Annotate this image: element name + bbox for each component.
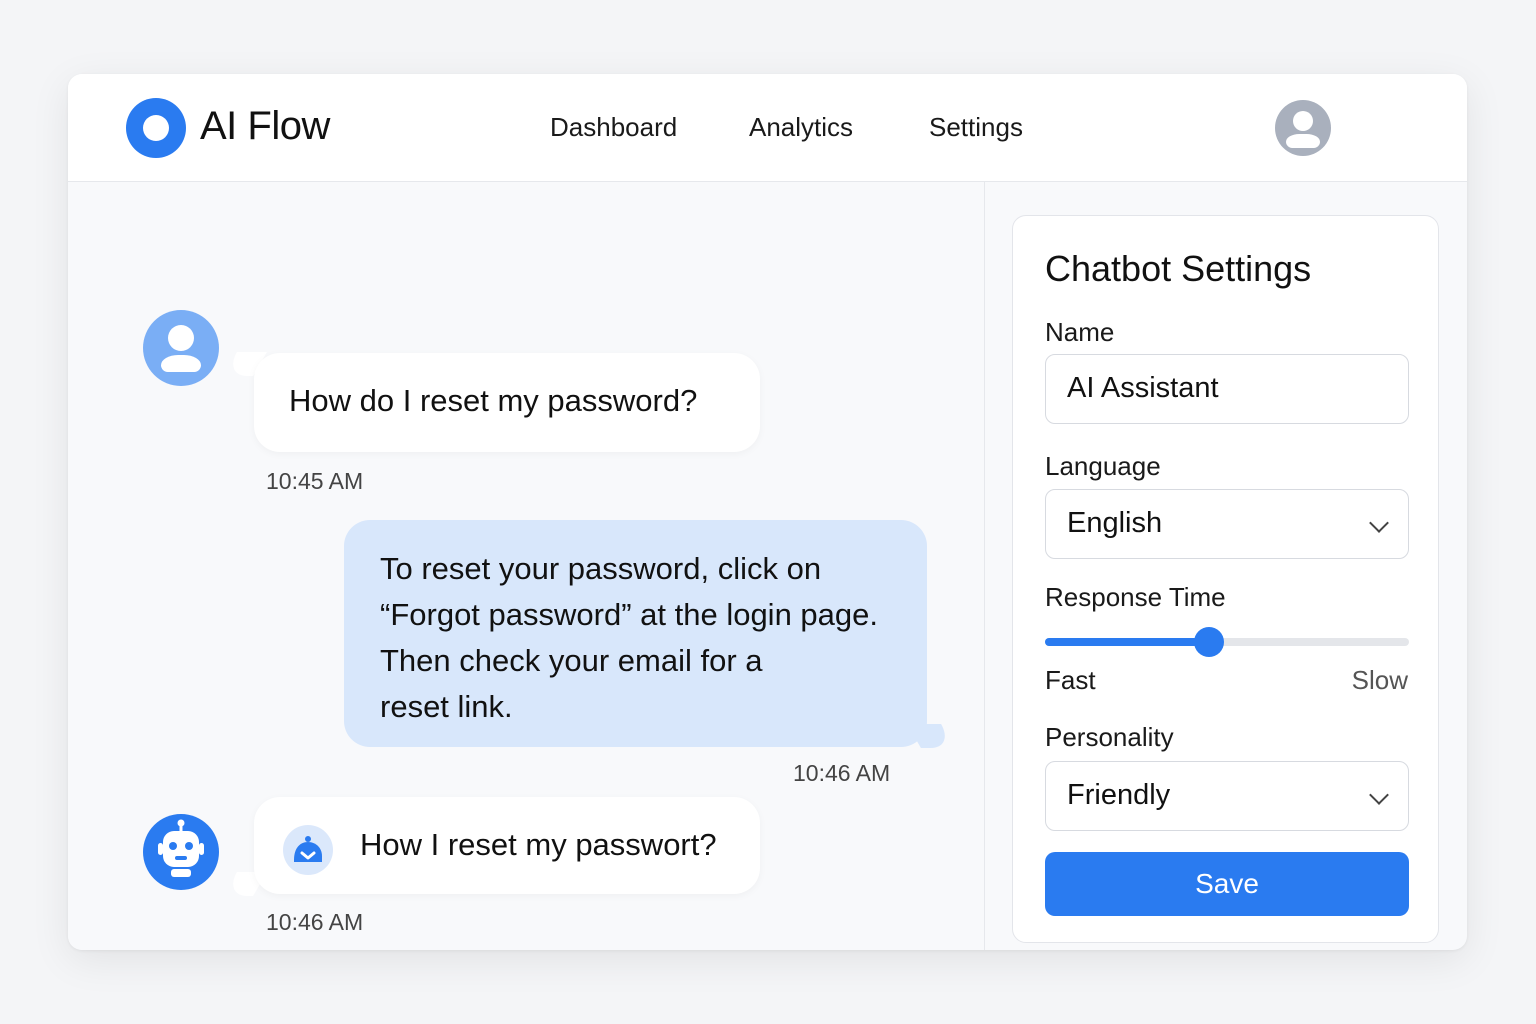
message-time: 10:46 AM (793, 760, 891, 786)
message-bubble-assistant: To reset your password, click on “Forgot… (344, 520, 927, 747)
message-time: 10:46 AM (266, 909, 364, 935)
user-avatar (143, 310, 219, 386)
chatbot-settings-panel: Chatbot Settings Name AI Assistant Langu… (1012, 215, 1439, 943)
personality-select-value: Friendly (1067, 779, 1171, 811)
app-title: AI Flow (200, 104, 330, 148)
language-select-value: English (1067, 507, 1163, 539)
slider-fill (1045, 638, 1209, 646)
name-label: Name (1045, 317, 1115, 347)
language-label: Language (1045, 451, 1161, 481)
response-time-slider[interactable] (1045, 627, 1409, 657)
message-line: reset link. (380, 689, 513, 724)
personality-label: Personality (1045, 722, 1174, 752)
nav-dashboard[interactable]: Dashboard (550, 112, 677, 143)
response-time-label: Response Time (1045, 582, 1226, 612)
message-text: How do I reset my password? (289, 383, 698, 418)
message-bubble-user: How do I reset my password? (254, 353, 760, 452)
chat-area: How do I reset my password? 10:45 AM To … (68, 182, 985, 950)
top-header: AI Flow Dashboard Analytics Settings (68, 74, 1467, 182)
profile-avatar[interactable] (1275, 100, 1331, 156)
message-text: How I reset my passwort? (360, 827, 717, 862)
name-input-value: AI Assistant (1067, 372, 1219, 404)
robot-icon (158, 819, 204, 877)
chevron-down-icon (1369, 785, 1389, 805)
response-time-min-label: Fast (1045, 665, 1096, 695)
name-input[interactable]: AI Assistant (1045, 354, 1409, 424)
message-line: “Forgot password” at the login page. (380, 597, 878, 632)
settings-title: Chatbot Settings (1045, 248, 1312, 289)
slider-thumb[interactable] (1193, 627, 1224, 657)
nav-analytics[interactable]: Analytics (749, 112, 853, 143)
app-window: AI Flow Dashboard Analytics Settings How… (68, 74, 1467, 950)
message-line: To reset your password, click on (380, 551, 822, 586)
chevron-down-icon (1369, 513, 1389, 533)
language-select[interactable]: English (1045, 489, 1409, 559)
personality-select[interactable]: Friendly (1045, 761, 1409, 831)
message-time: 10:45 AM (266, 468, 364, 494)
nav-settings[interactable]: Settings (929, 112, 1023, 143)
response-time-max-label: Slow (1351, 665, 1408, 695)
message-bubble-bot: How I reset my passwort? (254, 797, 760, 894)
ring-logo-icon (126, 98, 186, 158)
bot-avatar (143, 814, 219, 890)
save-button[interactable]: Save (1045, 852, 1409, 916)
message-line: Then check your email for a (380, 643, 763, 678)
chat-bubble-icon (283, 825, 333, 875)
